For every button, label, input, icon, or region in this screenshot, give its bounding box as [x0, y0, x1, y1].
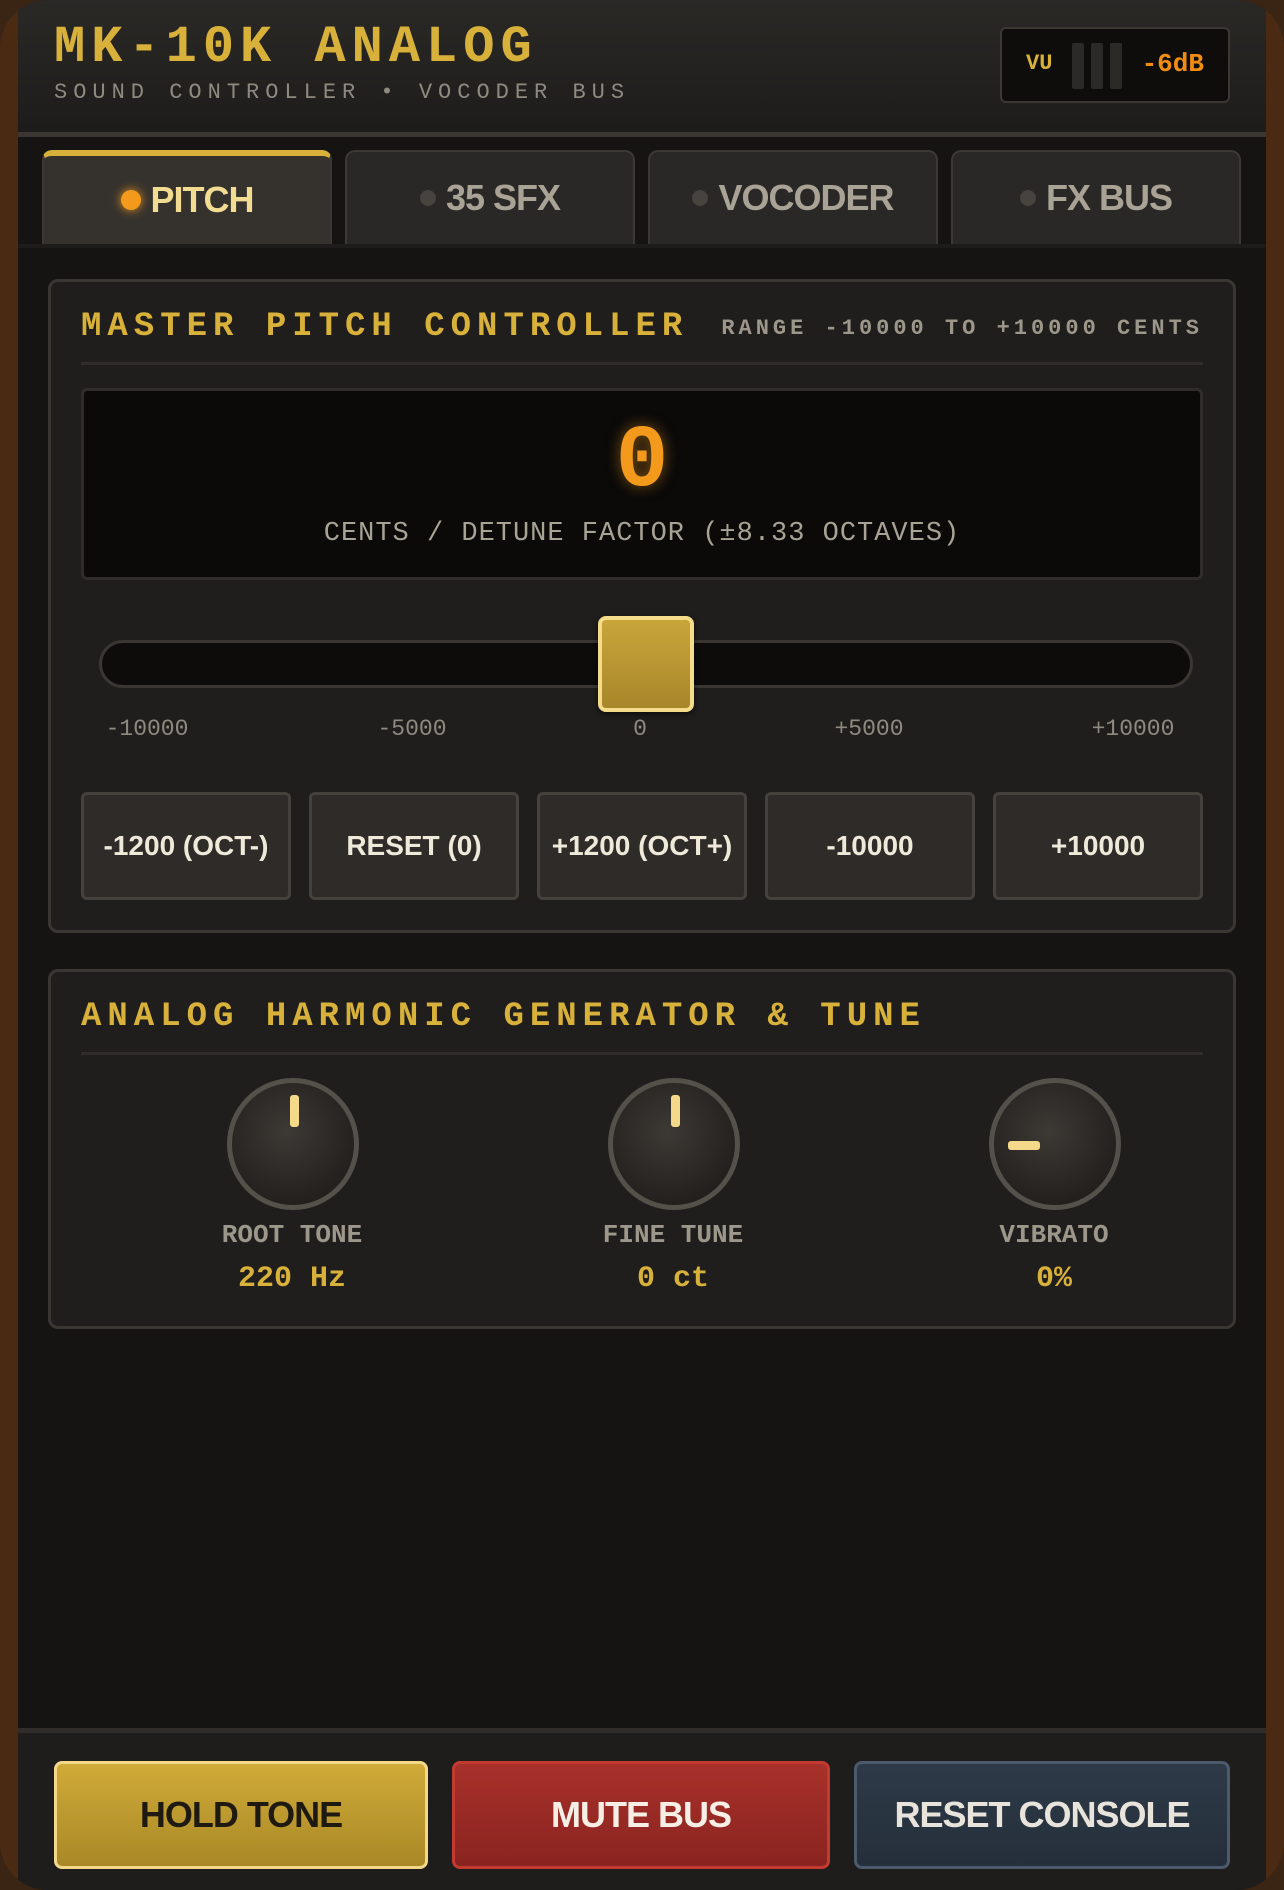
vu-bar — [1110, 43, 1122, 89]
app-subtitle: SOUND CONTROLLER • VOCODER BUS — [54, 80, 631, 105]
vu-bars — [1072, 43, 1122, 89]
header: MK-10K ANALOG SOUND CONTROLLER • VOCODER… — [18, 0, 1266, 137]
section-divider — [81, 1052, 1203, 1055]
fine-tune-knob[interactable] — [608, 1078, 740, 1210]
knob-label: ROOT TONE — [221, 1220, 363, 1250]
tab-dot-icon — [692, 190, 709, 206]
tab-label: VOCODER — [718, 177, 894, 218]
pitch-value: 0 — [615, 413, 669, 512]
harmonic-generator-section: ANALOG HARMONIC GENERATOR & TUNE ROOT TO… — [48, 969, 1236, 1329]
reset-pitch-button[interactable]: RESET (0) — [309, 792, 519, 900]
min-pitch-button[interactable]: -10000 — [765, 792, 975, 900]
vu-meter: VU -6dB — [1000, 27, 1230, 103]
vu-bar — [1072, 43, 1084, 89]
section-divider — [81, 362, 1203, 365]
tick-label: +10000 — [1091, 716, 1175, 742]
knob-value: 0% — [1035, 1262, 1072, 1296]
pitch-display: 0 CENTS / DETUNE FACTOR (±8.33 OCTAVES) — [81, 388, 1203, 580]
tab-dot-icon — [419, 190, 436, 206]
tab-divider — [18, 244, 1266, 248]
knob-indicator-icon — [290, 1095, 299, 1127]
root-tone-control: ROOT TONE 220 Hz — [162, 1078, 422, 1298]
octave-up-button[interactable]: +1200 (OCT+) — [537, 792, 747, 900]
mute-bus-button[interactable]: MUTE BUS — [452, 1761, 830, 1869]
tick-label: 0 — [633, 716, 647, 742]
knob-indicator-icon — [1008, 1141, 1040, 1150]
vu-label: VU — [1026, 51, 1053, 76]
tab-label: PITCH — [150, 179, 255, 220]
section-title: MASTER PITCH CONTROLLER — [81, 308, 689, 346]
slider-ticks: -10000 -5000 0 +5000 +10000 — [99, 716, 1193, 746]
tick-label: +5000 — [834, 716, 904, 742]
vibrato-knob[interactable] — [989, 1078, 1121, 1210]
range-label: RANGE -10000 TO +10000 CENTS — [721, 316, 1203, 341]
footer-bar: HOLD TONE MUTE BUS RESET CONSOLE — [18, 1728, 1266, 1890]
tab-pitch[interactable]: PITCH — [42, 150, 332, 244]
knob-label: FINE TUNE — [602, 1220, 744, 1250]
root-tone-knob[interactable] — [227, 1078, 359, 1210]
tab-dot-icon — [1019, 190, 1036, 206]
pitch-unit-label: CENTS / DETUNE FACTOR (±8.33 OCTAVES) — [323, 519, 961, 549]
tick-label: -10000 — [105, 716, 189, 742]
vu-level: -6dB — [1141, 49, 1204, 79]
reset-console-button[interactable]: RESET CONSOLE — [854, 1761, 1230, 1869]
master-pitch-section: MASTER PITCH CONTROLLER RANGE -10000 TO … — [48, 279, 1236, 933]
hold-tone-button[interactable]: HOLD TONE — [54, 1761, 428, 1869]
fine-tune-control: FINE TUNE 0 ct — [543, 1078, 803, 1298]
controller-panel: MK-10K ANALOG SOUND CONTROLLER • VOCODER… — [18, 0, 1266, 1890]
tab-active-dot-icon — [120, 190, 141, 210]
section-title: ANALOG HARMONIC GENERATOR & TUNE — [81, 998, 926, 1036]
knob-value: 220 Hz — [237, 1262, 347, 1296]
octave-down-button[interactable]: -1200 (OCT-) — [81, 792, 291, 900]
device-frame: MK-10K ANALOG SOUND CONTROLLER • VOCODER… — [0, 0, 1284, 1890]
vibrato-control: VIBRATO 0% — [924, 1078, 1184, 1298]
app-title: MK-10K ANALOG — [54, 18, 538, 77]
tab-sfx[interactable]: 35 SFX — [345, 150, 635, 244]
knob-indicator-icon — [671, 1095, 680, 1127]
tab-label: FX BUS — [1045, 177, 1173, 218]
tab-label: 35 SFX — [445, 177, 561, 218]
pitch-slider-thumb[interactable] — [598, 616, 694, 712]
knob-label: VIBRATO — [999, 1220, 1109, 1250]
tab-fx-bus[interactable]: FX BUS — [951, 150, 1241, 244]
max-pitch-button[interactable]: +10000 — [993, 792, 1203, 900]
tick-label: -5000 — [377, 716, 447, 742]
vu-bar — [1091, 43, 1103, 89]
tab-vocoder[interactable]: VOCODER — [648, 150, 938, 244]
tab-bar: PITCH 35 SFX VOCODER FX BUS — [42, 150, 1248, 244]
knob-value: 0 ct — [636, 1262, 709, 1296]
